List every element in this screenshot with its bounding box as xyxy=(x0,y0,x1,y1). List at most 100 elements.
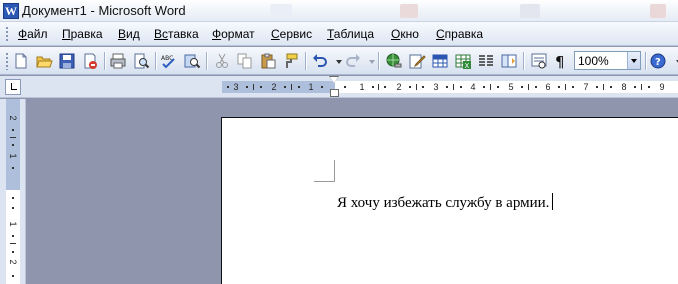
ruler-number: 5 xyxy=(508,82,514,92)
text-caret xyxy=(552,193,554,210)
ruler-number: 9 xyxy=(659,82,665,92)
toolbar-grip[interactable] xyxy=(5,52,9,70)
ruler-tick xyxy=(453,84,454,90)
svg-text:¶: ¶ xyxy=(555,53,565,70)
redo-icon[interactable] xyxy=(344,52,362,70)
ruler-dot xyxy=(521,86,523,88)
undo-icon[interactable] xyxy=(311,52,329,70)
toolbar-separator xyxy=(645,52,646,70)
standard-toolbar: ABC X ¶ 100% ? xyxy=(0,47,678,75)
menu-edit[interactable]: Правка xyxy=(62,27,103,41)
menu-table[interactable]: Таблица xyxy=(327,27,374,41)
ruler-number: 2 xyxy=(271,82,277,92)
toolbar-separator xyxy=(305,52,306,70)
insert-table-icon[interactable] xyxy=(431,52,449,70)
zoom-dropdown-arrow-icon[interactable] xyxy=(627,52,640,69)
ruler-tick xyxy=(641,84,642,90)
ruler-dot xyxy=(284,86,286,88)
ruler-number: 8 xyxy=(621,82,627,92)
undo-dropdown-icon[interactable] xyxy=(330,52,342,70)
print-preview-icon[interactable] xyxy=(132,52,150,70)
menu-tools[interactable]: Сервис xyxy=(271,27,312,41)
insert-excel-icon[interactable]: X xyxy=(454,52,472,70)
zoom-select[interactable]: 100% xyxy=(574,51,641,70)
toolbar-separator xyxy=(523,52,524,70)
ruler-dot xyxy=(572,86,574,88)
ruler-dot xyxy=(12,144,14,146)
format-painter-icon[interactable] xyxy=(282,52,300,70)
permission-icon[interactable] xyxy=(81,52,99,70)
cut-icon[interactable] xyxy=(213,52,231,70)
ruler-number: 1 xyxy=(8,221,18,227)
hyperlink-icon[interactable] xyxy=(385,52,403,70)
ruler-dot xyxy=(648,86,650,88)
menu-help[interactable]: Справка xyxy=(436,27,483,41)
word-icon[interactable]: W xyxy=(3,3,19,19)
ruler-dot xyxy=(372,86,374,88)
redo-dropdown-icon[interactable] xyxy=(363,52,375,70)
drawing-icon[interactable] xyxy=(408,52,426,70)
ruler-tick xyxy=(603,84,604,90)
spelling-icon[interactable]: ABC xyxy=(160,52,178,70)
menu-format[interactable]: Формат xyxy=(212,27,255,41)
toolbar-separator xyxy=(104,52,105,70)
vertical-ruler[interactable]: 2 1 1 2 xyxy=(6,99,20,284)
window-title: Документ1 - Microsoft Word xyxy=(22,3,186,18)
text-boundary-corner xyxy=(334,160,335,182)
menu-view[interactable]: Вид xyxy=(118,27,140,41)
menu-bar: Файл Правка Вид Вставка Формат Сервис Та… xyxy=(0,22,678,46)
svg-text:?: ? xyxy=(655,57,661,68)
toolbar-options-icon[interactable] xyxy=(670,52,678,70)
title-bar: W Документ1 - Microsoft Word xyxy=(0,0,678,22)
paste-icon[interactable] xyxy=(259,52,277,70)
ruler-dot xyxy=(409,86,411,88)
reading-mode-icon[interactable] xyxy=(530,52,548,70)
horizontal-ruler[interactable]: 3 2 1 1 2 3 4 5 6 7 8 9 xyxy=(222,81,678,93)
help-icon[interactable]: ? xyxy=(649,52,667,70)
research-icon[interactable] xyxy=(183,52,201,70)
ruler-dot xyxy=(260,86,262,88)
ruler-dot xyxy=(227,86,229,88)
ruler-tick xyxy=(253,84,254,90)
copy-icon[interactable] xyxy=(236,52,254,70)
ruler-tick xyxy=(528,84,529,90)
toolbar-separator xyxy=(378,52,379,70)
ruler-number: 6 xyxy=(545,82,551,92)
ruler-number: 2 xyxy=(8,115,18,121)
horizontal-ruler-strip: 3 2 1 1 2 3 4 5 6 7 8 9 xyxy=(0,76,678,98)
ruler-number: 3 xyxy=(233,82,239,92)
ruler-dot xyxy=(321,86,323,88)
ruler-dot xyxy=(558,86,560,88)
ruler-dot xyxy=(12,207,14,209)
ruler-tick xyxy=(378,84,379,90)
vertical-ruler-strip: 2 1 1 2 xyxy=(0,99,26,284)
document-map-icon[interactable] xyxy=(500,52,518,70)
ruler-tick xyxy=(490,84,491,90)
new-document-icon[interactable] xyxy=(12,52,30,70)
ruler-number: 3 xyxy=(433,82,439,92)
ruler-dot xyxy=(12,129,14,131)
ruler-dot xyxy=(460,86,462,88)
tab-selector-icon[interactable] xyxy=(5,79,21,95)
menubar-grip[interactable] xyxy=(5,26,9,42)
toolbar-separator xyxy=(155,52,156,70)
left-indent-marker[interactable] xyxy=(330,89,339,97)
document-text[interactable]: Я хочу избежать службу в армии. xyxy=(337,193,554,212)
svg-text:X: X xyxy=(465,62,470,70)
menu-window[interactable]: Окно xyxy=(391,27,419,41)
ruler-dot xyxy=(422,86,424,88)
open-icon[interactable] xyxy=(35,52,53,70)
ruler-dot xyxy=(446,86,448,88)
menu-file[interactable]: Файл xyxy=(18,27,48,41)
ruler-number: 1 xyxy=(8,153,18,159)
background-window-tab xyxy=(270,4,292,18)
save-icon[interactable] xyxy=(58,52,76,70)
print-icon[interactable] xyxy=(109,52,127,70)
columns-icon[interactable] xyxy=(477,52,495,70)
show-formatting-icon[interactable]: ¶ xyxy=(552,52,570,70)
ruler-dot xyxy=(634,86,636,88)
ruler-dot xyxy=(610,86,612,88)
first-line-indent-marker-fill xyxy=(330,77,338,83)
menu-insert[interactable]: Вставка xyxy=(154,27,199,41)
ruler-dot xyxy=(344,86,346,88)
